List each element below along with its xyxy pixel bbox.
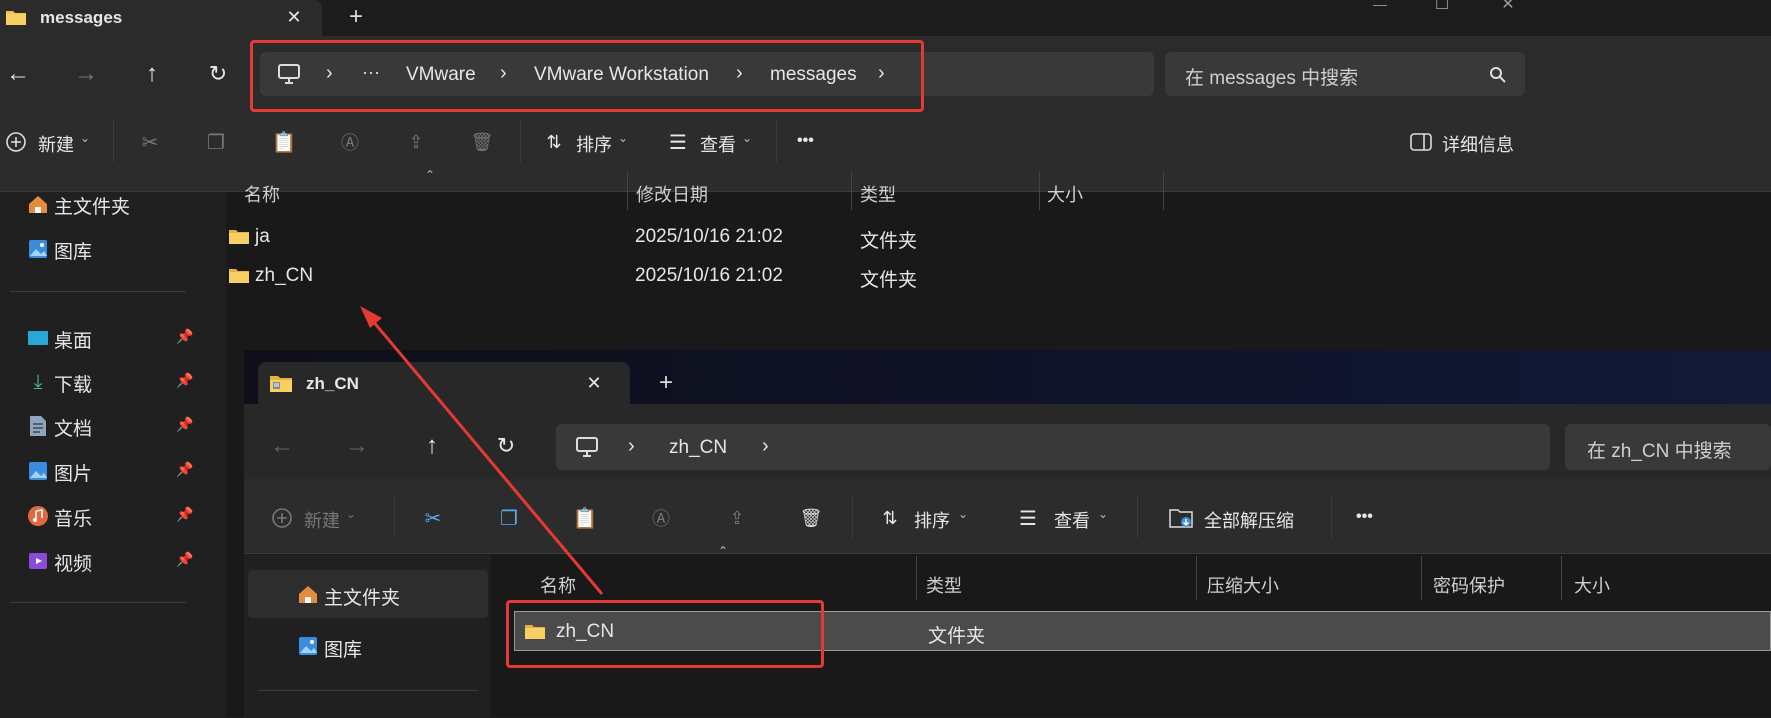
annotation-arrow [360,306,604,595]
